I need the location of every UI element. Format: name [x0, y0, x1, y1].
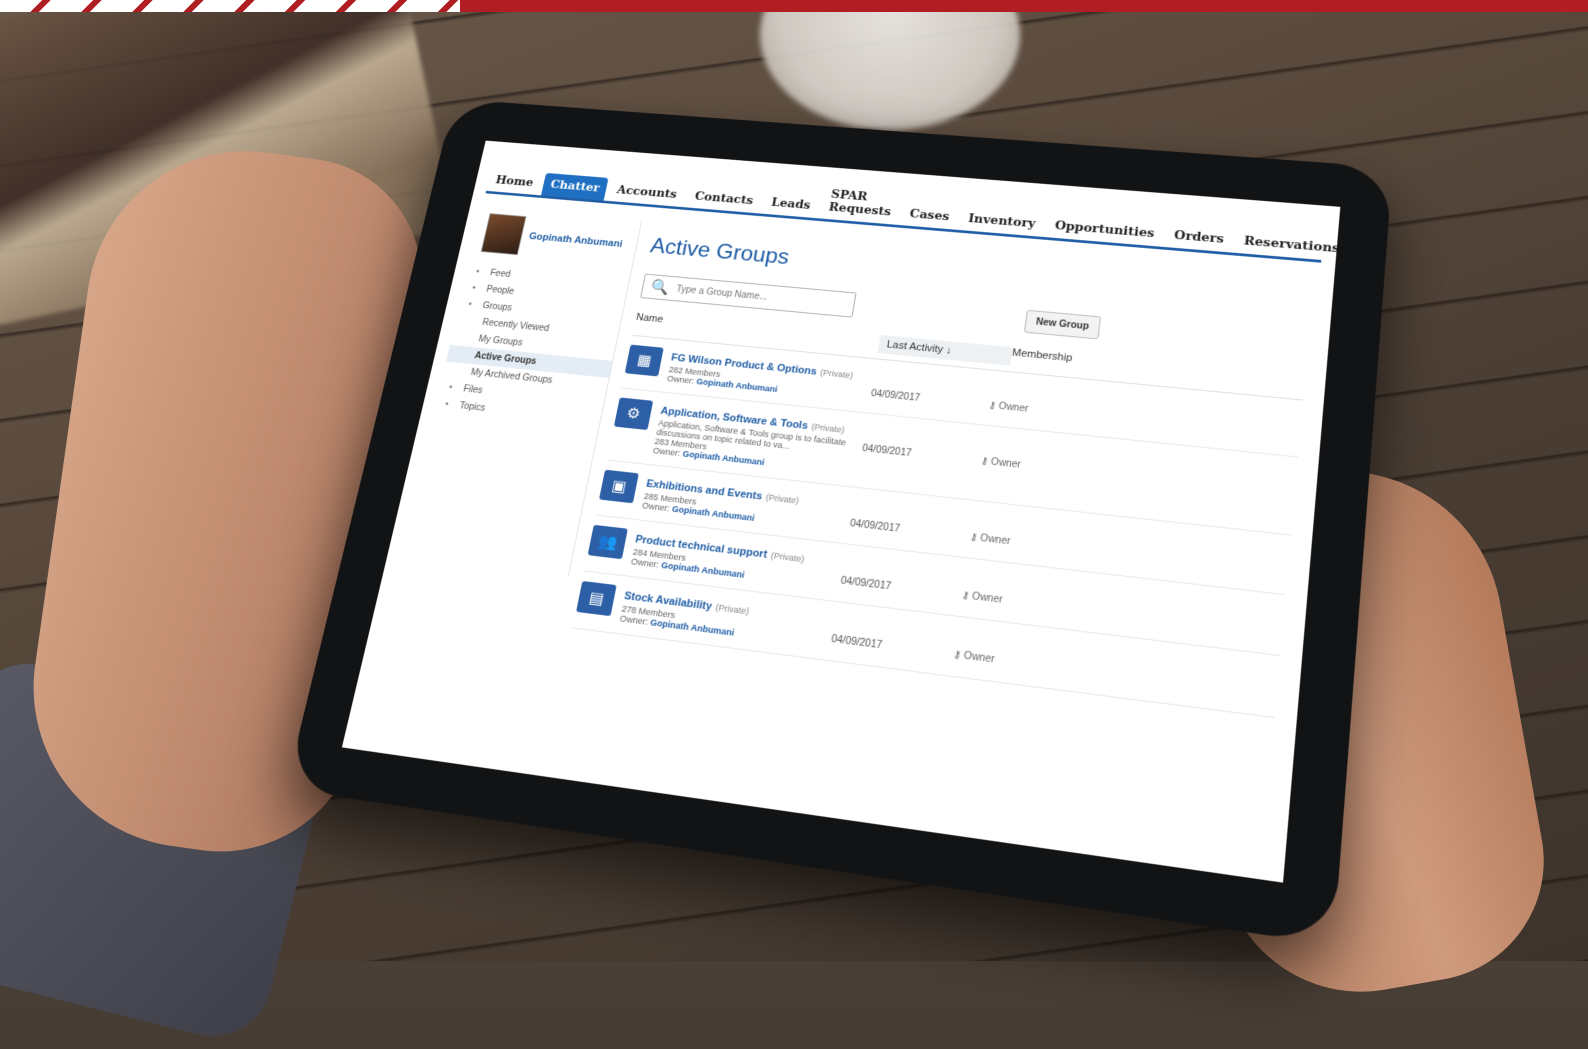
key-icon: ⚷ — [969, 531, 979, 544]
key-icon: ⚷ — [980, 455, 989, 468]
brand-stripe-pattern — [0, 0, 460, 12]
group-icon[interactable]: ⚙ — [613, 397, 654, 431]
group-icon[interactable]: ▤ — [576, 580, 617, 617]
tab-inventory[interactable]: Inventory — [959, 206, 1045, 236]
group-privacy: (Private) — [765, 492, 800, 506]
key-icon: ⚷ — [987, 400, 997, 412]
owner-label: Owner: — [618, 613, 649, 627]
owner-label: Owner: — [666, 373, 696, 386]
group-icon[interactable]: 👥 — [587, 524, 628, 560]
tab-orders[interactable]: Orders — [1165, 223, 1233, 253]
sidebar-item-label: Files — [462, 384, 484, 396]
group-membership: ⚷ Owner — [961, 568, 1068, 613]
group-info: Application, Software & Tools (Private) Ap… — [652, 402, 866, 478]
topics-icon: • — [444, 399, 450, 410]
group-membership: ⚷ Owner — [953, 627, 1061, 674]
tab-opportunities[interactable]: Opportunities — [1045, 213, 1163, 246]
sidebar-item-label: People — [485, 284, 516, 297]
tablet-screen: Home Chatter Accounts Contacts Leads SPAR Req… — [341, 140, 1341, 883]
new-group-button[interactable]: New Group — [1023, 309, 1102, 339]
group-privacy: (Private) — [810, 421, 846, 435]
sidebar-item-label: Feed — [489, 268, 512, 280]
main-content: Active Groups 🔍 New Group Name Last Acti… — [543, 222, 1314, 879]
sidebar-nav: • Feed • People • Groups Recently Viewed My Gro… — [434, 263, 629, 430]
group-last-activity: 04/09/2017 — [870, 388, 921, 404]
tab-accounts[interactable]: Accounts — [608, 178, 687, 207]
tab-spar-requests[interactable]: SPAR Requests — [819, 182, 902, 224]
people-icon: • — [471, 283, 477, 294]
files-icon: • — [447, 382, 454, 393]
membership-role: Owner — [990, 456, 1022, 471]
profile-name[interactable]: Gopinath Anbumani — [528, 231, 623, 249]
group-last-activity: 04/09/2017 — [861, 443, 913, 459]
tab-reservations[interactable]: Reservations — [1235, 228, 1341, 262]
search-icon: 🔍 — [649, 279, 671, 297]
profile-block[interactable]: Gopinath Anbumani — [480, 213, 640, 265]
owner-label: Owner: — [630, 556, 660, 570]
group-privacy: (Private) — [770, 550, 806, 565]
membership-role: Owner — [971, 591, 1004, 606]
group-icon[interactable]: ▣ — [598, 469, 639, 504]
tab-contacts[interactable]: Contacts — [685, 184, 762, 213]
key-icon: ⚷ — [952, 649, 962, 662]
tab-leads[interactable]: Leads — [762, 191, 820, 218]
group-last-activity: 04/09/2017 — [830, 633, 883, 652]
tab-cases[interactable]: Cases — [900, 202, 958, 230]
sidebar-item-label: Groups — [481, 301, 513, 314]
column-membership[interactable]: Membership — [1010, 347, 1112, 375]
membership-role: Owner — [979, 533, 1011, 548]
feed-icon: • — [474, 267, 481, 277]
sidebar-item-label: My Groups — [477, 334, 524, 349]
group-last-activity: 04/09/2017 — [839, 575, 892, 593]
groups-icon: • — [467, 299, 473, 310]
groups-list: ▦ FG Wilson Product & Options (Private) 282… — [572, 335, 1303, 719]
membership-role: Owner — [998, 401, 1029, 415]
tab-chatter[interactable]: Chatter — [541, 172, 609, 201]
group-privacy: (Private) — [819, 367, 854, 381]
search-input[interactable] — [673, 282, 838, 310]
group-privacy: (Private) — [714, 602, 750, 617]
group-membership: ⚷ Owner — [980, 435, 1085, 477]
membership-role: Owner — [963, 650, 996, 666]
group-membership: ⚷ Owner — [988, 380, 1092, 421]
group-last-activity: 04/09/2017 — [849, 518, 901, 535]
tab-home[interactable]: Home — [486, 169, 542, 196]
avatar[interactable] — [480, 213, 527, 256]
group-icon[interactable]: ▦ — [624, 344, 664, 377]
group-membership: ⚷ Owner — [969, 511, 1075, 555]
owner-label: Owner: — [652, 445, 682, 458]
sidebar-item-label: Topics — [458, 401, 487, 414]
owner-label: Owner: — [641, 500, 671, 514]
key-icon: ⚷ — [961, 589, 971, 602]
